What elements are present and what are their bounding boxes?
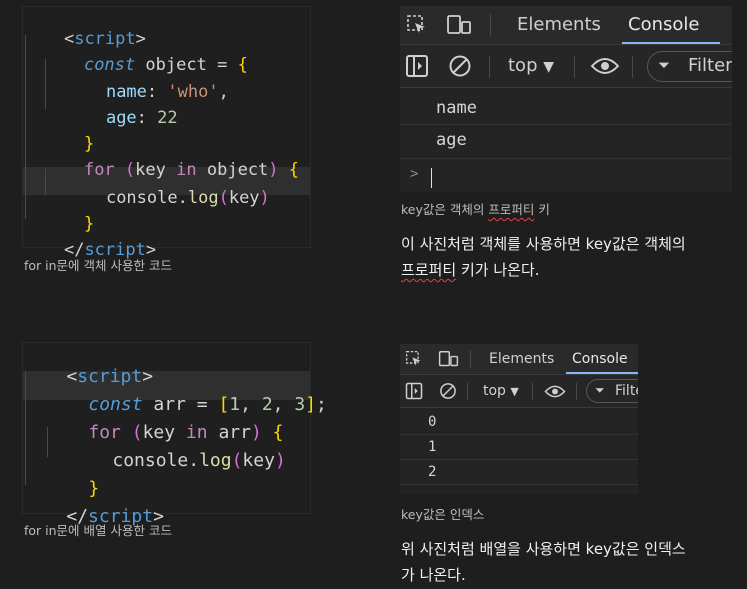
console-row-divider [400, 434, 638, 435]
sidebar-icon[interactable] [405, 382, 423, 404]
paren: ) [268, 160, 279, 180]
live-expression-icon[interactable] [544, 384, 566, 403]
devtools-tab-bar: Elements Console [400, 6, 732, 45]
explanation-paragraph: 이 사진처럼 객체를 사용하면 key값은 객체의 프로퍼티 키가 나온다. [401, 231, 741, 283]
image-caption: for in문에 객체 사용한 코드 [24, 258, 172, 273]
console-output-line: age [436, 130, 467, 150]
context-value: top [483, 383, 506, 399]
filter-input[interactable]: ⏷ Filte [586, 379, 638, 403]
clear-console-icon[interactable] [439, 382, 457, 404]
console-toolbar: top ▼ ⏷ Filte [400, 375, 638, 408]
toolbar-divider [574, 56, 575, 78]
paragraph-line: 프로퍼티 키가 나온다. [401, 257, 741, 283]
image-caption: key값은 인덱스 [401, 507, 485, 522]
live-expression-icon[interactable] [590, 56, 620, 80]
dropdown-arrow-icon: ▼ [510, 385, 519, 398]
paragraph-text: 프로퍼티 [401, 261, 457, 279]
paren: ( [231, 450, 243, 471]
console-row-divider [400, 484, 638, 485]
console-output-line: 0 [428, 414, 437, 430]
context-selector[interactable]: top ▼ [483, 383, 519, 399]
toolbar-divider [489, 56, 490, 78]
paren: ( [218, 188, 229, 208]
active-tab-indicator [566, 372, 638, 374]
punctuation: ; [316, 394, 327, 415]
code-block-object: <script> const object = { name: 'who', a… [22, 6, 311, 260]
filter-input[interactable]: ⏷ Filter [647, 51, 732, 82]
tab-elements[interactable]: Elements [489, 351, 554, 367]
inspect-icon[interactable] [406, 14, 428, 40]
tab-console[interactable]: Console [628, 14, 699, 35]
console-row-divider [400, 124, 732, 125]
devtools-tab-bar: Elements Console [400, 344, 638, 375]
image-caption: for in문에 배열 사용한 코드 [24, 523, 172, 538]
sidebar-icon[interactable] [405, 54, 429, 82]
function-name: log [199, 450, 232, 471]
identifier: key [228, 188, 260, 208]
active-tab-indicator [622, 42, 720, 44]
dropdown-arrow-icon: ▼ [543, 59, 555, 75]
console-output-line: name [436, 98, 477, 118]
code-line-7: console.log(key) [65, 168, 270, 228]
toolbar-divider [576, 383, 577, 400]
console-row-divider [400, 158, 732, 159]
filter-placeholder: Filter [688, 55, 732, 76]
image-caption: key값은 객체의 프로퍼티 키 [401, 199, 550, 218]
console-toolbar: top ▼ ⏷ Filter [400, 45, 732, 88]
context-value: top [508, 55, 538, 76]
brace: { [288, 160, 300, 180]
tab-elements[interactable]: Elements [517, 14, 601, 35]
property: age [105, 108, 137, 128]
devtools-panel: Elements Console top ▼ ⏷ Filte 0 1 2 [400, 344, 638, 494]
paragraph-line: 이 사진처럼 객체를 사용하면 key값은 객체의 [401, 235, 686, 253]
toolbar-divider [470, 350, 471, 368]
console-output-line: 1 [428, 439, 437, 455]
toolbar-divider [532, 383, 533, 400]
bracket: ] [305, 394, 317, 415]
toolbar-divider [467, 383, 468, 400]
caption-text: 프로퍼티 [488, 202, 535, 217]
filter-icon: ⏷ [595, 383, 605, 397]
caption-text: 키 [534, 202, 550, 217]
paren: ) [274, 450, 286, 471]
console-prompt[interactable]: > [410, 166, 418, 182]
punctuation: : [136, 108, 147, 128]
paren: ) [259, 188, 270, 208]
function-name: log [187, 188, 219, 208]
console-row-divider [400, 459, 638, 460]
punctuation: . [177, 188, 188, 208]
prompt-chevron-icon: > [410, 166, 419, 182]
brace: { [237, 55, 248, 75]
caption-text: key값은 객체의 [401, 202, 489, 217]
paragraph-text: 키가 나온다. [456, 261, 540, 279]
number-literal: 22 [157, 108, 178, 128]
explanation-paragraph: 위 사진처럼 배열을 사용하면 key값은 인덱스 가 나온다. [401, 536, 741, 588]
punctuation: , [218, 82, 229, 102]
code-block-array: <script> const arr = [1, 2, 3]; for (key… [22, 342, 327, 527]
tab-console[interactable]: Console [572, 351, 628, 367]
filter-placeholder: Filte [615, 383, 638, 399]
number-literal: 3 [294, 394, 306, 415]
device-toggle-icon[interactable] [446, 14, 472, 40]
text-cursor [431, 168, 432, 188]
paragraph-line: 위 사진처럼 배열을 사용하면 key값은 인덱스 [401, 540, 686, 558]
punctuation: . [188, 450, 200, 471]
clear-console-icon[interactable] [448, 54, 472, 82]
devtools-panel: Elements Console top ▼ ⏷ Filter name age… [400, 6, 732, 192]
identifier: console [112, 450, 189, 471]
device-toggle-icon[interactable] [438, 350, 459, 372]
inspect-icon[interactable] [405, 350, 423, 372]
paragraph-line: 가 나온다. [401, 566, 466, 584]
code-line-4: console.log(key) [69, 429, 286, 492]
console-output-line: 2 [428, 464, 437, 480]
context-selector[interactable]: top ▼ [508, 55, 554, 76]
identifier: console [105, 188, 178, 208]
toolbar-divider [632, 56, 633, 78]
identifier: key [242, 450, 275, 471]
filter-icon: ⏷ [658, 56, 671, 74]
toolbar-divider [490, 14, 491, 36]
